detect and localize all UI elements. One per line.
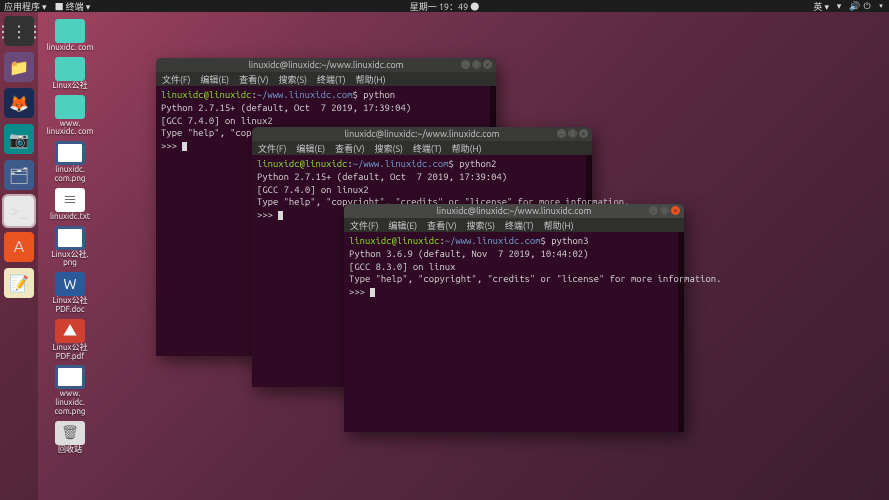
terminal-icon[interactable]: >_ [4,196,34,226]
desktop-icon-label: linuxidc. com.png [45,166,95,184]
minimize-button[interactable]: ‑ [557,129,566,138]
menu-terminal[interactable]: 终端(T) [413,142,442,155]
trash-icon: 🗑 [55,421,85,445]
desktop-icons: linuxidc. com Linux公社 www. linuxidc. com li… [44,18,96,456]
maximize-button[interactable]: □ [660,206,669,215]
top-menu-bar: 应用程序 ▾ ■ 终端 ▾ 星期一 19：49 ● 英 ▾ ▾ 🔊 ⏻ ▾ [0,0,889,12]
folder-icon [55,57,85,81]
maximize-button[interactable]: □ [568,129,577,138]
window-title: linuxidc@linuxidc:~/www.linuxidc.com [249,60,404,70]
firefox-icon[interactable]: 🦊 [4,88,34,118]
desktop-icon-label: linuxidc.txt [50,213,90,222]
desktop-icon[interactable]: www. linuxidc. com.png [44,364,96,417]
desktop-icon-label: www. linuxidc. com [45,120,95,138]
desktop-icon[interactable]: Linux公社. png [44,225,96,270]
launcher-dock: ⋮⋮⋮ 📁 🦊 📷 🗂 >_ A 📝 [0,12,38,500]
menu-help[interactable]: 帮助(H) [452,142,482,155]
minimize-button[interactable]: ‑ [649,206,658,215]
desktop-icon[interactable]: www. linuxidc. com [44,94,96,139]
window-title: linuxidc@linuxidc:~/www.linuxidc.com [345,129,500,139]
desktop-icon-label: linuxidc. com [47,44,94,53]
menu-search[interactable]: 搜索(S) [375,142,403,155]
folder-icon [55,95,85,119]
terminal-menubar: 文件(F) 编辑(E) 查看(V) 搜索(S) 终端(T) 帮助(H) [344,218,684,232]
close-button[interactable]: × [671,206,680,215]
desktop-icon-label: Linux公社 [52,82,87,91]
desktop-icon[interactable]: ≡linuxidc.txt [44,187,96,223]
folder-icon [55,19,85,43]
menu-help[interactable]: 帮助(H) [544,219,574,232]
text-editor-icon[interactable]: 📝 [4,268,34,298]
input-method-indicator[interactable]: 英 ▾ [813,0,829,13]
files-icon[interactable]: 📁 [4,52,34,82]
desktop-icon[interactable]: WLinux公社 PDF.doc [44,271,96,316]
menu-view[interactable]: 查看(V) [335,142,364,155]
apps-menu[interactable]: 应用程序 ▾ [4,0,47,13]
screenshot-icon[interactable]: 📷 [4,124,34,154]
desktop-icon-label: Linux公社 PDF.pdf [45,344,95,362]
clock[interactable]: 星期一 19：49 ● [410,0,479,13]
nautilus-icon[interactable]: 🗂 [4,160,34,190]
minimize-button[interactable]: ‑ [461,60,470,69]
menu-terminal[interactable]: 终端(T) [505,219,534,232]
desktop-icon-label: Linux公社 PDF.doc [45,297,95,315]
terminal-output[interactable]: linuxidc@linuxidc:~/www.linuxidc.com$ py… [344,232,684,432]
menu-view[interactable]: 查看(V) [239,73,268,86]
window-titlebar[interactable]: linuxidc@linuxidc:~/www.linuxidc.com ‑ □… [252,127,592,141]
network-icon[interactable]: ▾ [835,1,843,12]
menu-view[interactable]: 查看(V) [427,219,456,232]
desktop-icon-label: 回收站 [58,446,82,455]
img-icon [55,226,85,250]
menu-help[interactable]: 帮助(H) [356,73,386,86]
menu-file[interactable]: 文件(F) [162,73,190,86]
desktop-icon[interactable]: linuxidc. com [44,18,96,54]
terminal-window-3[interactable]: linuxidc@linuxidc:~/www.linuxidc.com ‑ □… [344,204,684,432]
menu-edit[interactable]: 编辑(E) [200,73,229,86]
terminal-menubar: 文件(F) 编辑(E) 查看(V) 搜索(S) 终端(T) 帮助(H) [156,72,496,86]
window-titlebar[interactable]: linuxidc@linuxidc:~/www.linuxidc.com ‑ □… [344,204,684,218]
pdf-icon: ▲ [55,319,85,343]
menu-terminal[interactable]: 终端(T) [317,73,346,86]
img-icon [55,365,85,389]
volume-icon[interactable]: 🔊 [849,1,857,12]
desktop-icon-label: www. linuxidc. com.png [45,390,95,416]
show-applications-icon[interactable]: ⋮⋮⋮ [4,16,34,46]
close-button[interactable]: × [579,129,588,138]
window-titlebar[interactable]: linuxidc@linuxidc:~/www.linuxidc.com ‑ □… [156,58,496,72]
power-icon[interactable]: ⏻ [863,1,871,12]
active-app-menu[interactable]: ■ 终端 ▾ [55,0,91,13]
doc-icon: W [55,272,85,296]
desktop-icon[interactable]: linuxidc. com.png [44,140,96,185]
menu-file[interactable]: 文件(F) [350,219,378,232]
desktop-icon[interactable]: ▲Linux公社 PDF.pdf [44,318,96,363]
img-icon [55,141,85,165]
system-menu-chevron[interactable]: ▾ [877,2,885,10]
txt-icon: ≡ [55,188,85,212]
software-center-icon[interactable]: A [4,232,34,262]
menu-file[interactable]: 文件(F) [258,142,286,155]
close-button[interactable]: × [483,60,492,69]
desktop-icon[interactable]: 🗑回收站 [44,420,96,456]
terminal-menubar: 文件(F) 编辑(E) 查看(V) 搜索(S) 终端(T) 帮助(H) [252,141,592,155]
menu-search[interactable]: 搜索(S) [279,73,307,86]
menu-edit[interactable]: 编辑(E) [296,142,325,155]
menu-edit[interactable]: 编辑(E) [388,219,417,232]
maximize-button[interactable]: □ [472,60,481,69]
menu-search[interactable]: 搜索(S) [467,219,495,232]
window-title: linuxidc@linuxidc:~/www.linuxidc.com [437,206,592,216]
desktop-icon[interactable]: Linux公社 [44,56,96,92]
desktop-icon-label: Linux公社. png [45,251,95,269]
